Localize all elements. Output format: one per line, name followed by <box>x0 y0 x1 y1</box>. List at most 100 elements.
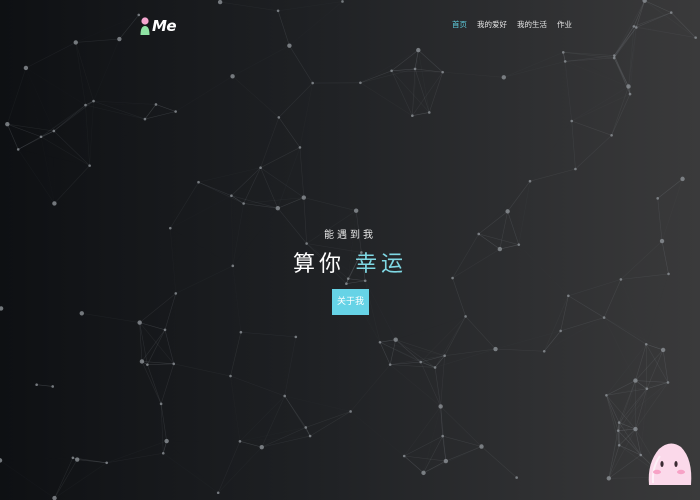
hero-title: 算你 幸运 <box>0 246 700 278</box>
network-link <box>495 348 545 352</box>
network-node <box>626 84 631 89</box>
network-link <box>217 446 262 493</box>
network-node <box>298 146 302 149</box>
network-link <box>621 279 646 344</box>
network-node <box>464 315 467 318</box>
network-link <box>147 363 174 365</box>
nav-item-life[interactable]: 我的生活 <box>517 19 547 30</box>
network-link <box>139 293 176 323</box>
nav-item-home[interactable]: 首页 <box>452 19 467 30</box>
network-link <box>568 295 605 318</box>
network-node <box>612 54 616 57</box>
network-link <box>54 459 78 499</box>
network-node <box>51 385 55 388</box>
network-link <box>141 329 166 362</box>
network-link <box>90 119 145 166</box>
network-node <box>479 444 484 449</box>
network-link <box>379 339 396 343</box>
network-node <box>52 495 57 500</box>
network-node <box>242 202 245 205</box>
network-link <box>25 42 76 69</box>
network-node <box>217 0 223 5</box>
network-link <box>389 364 441 407</box>
network-node <box>441 70 444 74</box>
network-link <box>404 435 443 457</box>
network-node <box>617 421 621 424</box>
pink-blob-mascot-icon[interactable] <box>645 437 695 487</box>
network-node <box>163 328 167 332</box>
network-node <box>656 197 660 200</box>
network-link <box>232 45 290 77</box>
network-node <box>606 476 612 481</box>
network-node <box>634 26 638 29</box>
network-link <box>608 454 641 479</box>
network-node <box>146 363 149 366</box>
network-link <box>284 336 297 397</box>
site-logo[interactable]: Me <box>139 15 177 37</box>
network-node <box>304 426 308 429</box>
network-node <box>23 65 29 71</box>
network-link <box>604 318 663 350</box>
network-link <box>529 168 576 182</box>
network-link <box>503 61 566 78</box>
hero-title-prefix: 算你 <box>292 252 345 277</box>
network-link <box>635 349 664 381</box>
network-node <box>567 294 570 298</box>
network-link <box>240 331 296 338</box>
network-link <box>26 68 86 105</box>
network-node <box>52 201 57 206</box>
network-link <box>379 342 391 365</box>
network-node <box>680 176 685 182</box>
network-node <box>52 129 56 133</box>
network-node <box>390 69 393 73</box>
network-node <box>275 206 281 211</box>
network-node <box>666 381 670 384</box>
network-link <box>147 364 162 404</box>
network-link <box>503 52 564 78</box>
network-link <box>544 318 604 352</box>
network-node <box>88 164 91 167</box>
network-node <box>216 491 220 495</box>
nav-item-homework[interactable]: 作业 <box>557 19 572 30</box>
network-node <box>276 9 280 13</box>
network-node <box>164 438 169 444</box>
network-link <box>94 39 120 101</box>
network-link <box>299 82 313 148</box>
network-node <box>605 394 608 397</box>
network-link <box>350 364 391 412</box>
network-link <box>412 71 443 116</box>
network-link <box>424 406 441 472</box>
network-link <box>403 406 441 457</box>
network-link <box>85 105 90 166</box>
network-link <box>176 112 199 183</box>
network-link <box>481 446 517 478</box>
network-node <box>105 461 109 465</box>
network-link <box>230 332 242 377</box>
network-node <box>259 166 262 169</box>
network-node <box>413 67 417 71</box>
network-link <box>40 104 86 137</box>
network-link <box>414 68 430 113</box>
network-node <box>559 329 562 333</box>
network-link <box>608 428 636 479</box>
network-link <box>163 453 218 492</box>
network-link <box>93 100 146 120</box>
network-node <box>563 60 567 63</box>
network-link <box>351 411 405 456</box>
network-node <box>438 404 443 409</box>
network-node <box>443 458 449 464</box>
network-link <box>26 68 54 131</box>
about-me-button[interactable]: 关于我 <box>332 289 369 315</box>
network-link <box>174 293 176 363</box>
network-link <box>442 71 504 78</box>
network-link <box>53 104 86 132</box>
network-node <box>238 440 242 443</box>
network-link <box>7 124 19 150</box>
network-link <box>106 452 164 464</box>
nav-item-hobbies[interactable]: 我的爱好 <box>477 19 507 30</box>
network-node <box>660 347 666 353</box>
network-link <box>543 330 561 352</box>
network-link <box>279 46 290 118</box>
network-link <box>40 136 90 166</box>
network-link <box>277 10 290 46</box>
